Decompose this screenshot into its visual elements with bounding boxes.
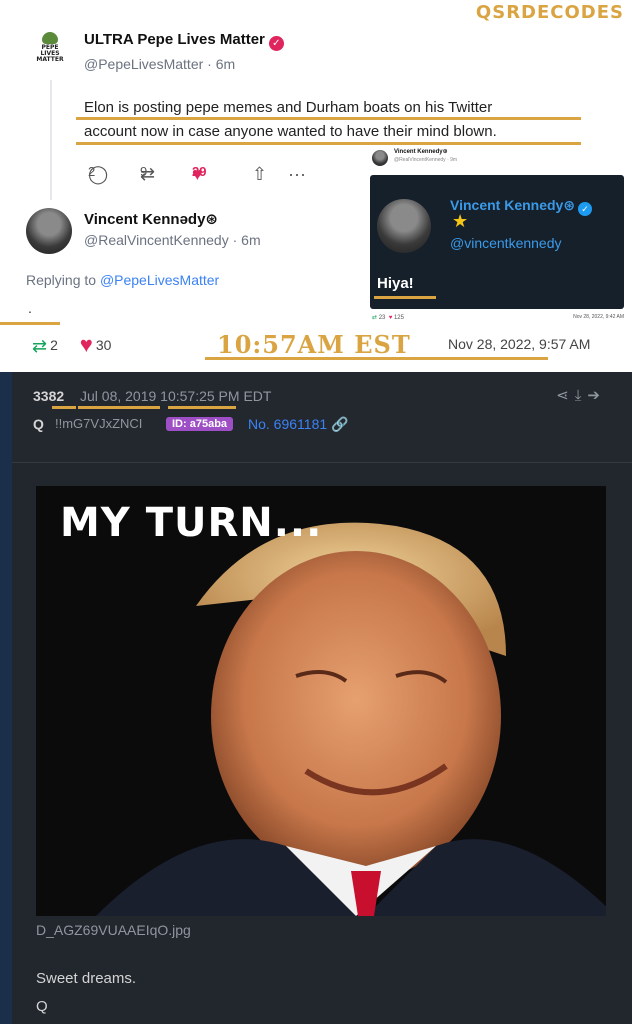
- watermark: QSRDECODES: [475, 2, 624, 23]
- goto-icon[interactable]: ➔: [587, 387, 606, 404]
- tweet-author-name[interactable]: Vincent Kennədy⊛: [84, 210, 218, 228]
- trump-smiling-image: [36, 486, 606, 916]
- like-button[interactable]: ♥ 30: [80, 332, 112, 357]
- post-author: Q: [33, 416, 44, 432]
- avatar[interactable]: [377, 199, 431, 253]
- post-signature: Q: [36, 998, 48, 1015]
- avatar[interactable]: [372, 150, 388, 166]
- embed-stats: ⇄ 23 ♥ 125: [372, 315, 404, 321]
- twitter-screenshot: QSRDECODES PEPE LIVES MATTER ULTRA Pepe …: [0, 0, 632, 372]
- verified-badge-icon: ✓: [268, 36, 284, 51]
- logo-text: PEPE LIVES MATTER: [36, 44, 64, 63]
- post-number-link[interactable]: No. 6961181 🔗: [248, 416, 348, 433]
- embed-timestamp: Nov 28, 2022, 9:42 AM: [573, 314, 624, 320]
- star-icon: ★: [452, 211, 469, 231]
- retweet-button[interactable]: ⇄ 2: [32, 336, 58, 356]
- download-icon[interactable]: ⤓: [575, 387, 588, 404]
- embed-author-handle: @RealVincentKennedy · 9m: [394, 157, 458, 163]
- retweet-icon: ⇄: [32, 336, 48, 356]
- tweet-body: .: [28, 300, 32, 316]
- highlight-underline: [205, 357, 548, 360]
- pepe-frog-icon: [42, 32, 58, 44]
- post-image[interactable]: MY TURN...: [36, 486, 606, 916]
- post-text: Sweet dreams.: [36, 970, 137, 987]
- pepe-logo-avatar[interactable]: PEPE LIVES MATTER: [36, 32, 64, 72]
- divider: [12, 462, 632, 463]
- heart-icon: ♥: [388, 315, 393, 321]
- post-number: 3382: [33, 388, 65, 404]
- link-icon: 🔗: [331, 416, 349, 432]
- card-author-name[interactable]: Vincent Kennedy⊛ ✓: [450, 197, 593, 216]
- tweet-author-name[interactable]: ULTRA Pepe Lives Matter ✓: [84, 31, 284, 51]
- image-caption: MY TURN...: [60, 500, 323, 546]
- highlight-underline: [168, 406, 236, 409]
- dark-tweet-card: Vincent Kennedy⊛ ✓ ★ @vincentkennedy Hiya…: [370, 175, 624, 309]
- id-badge[interactable]: ID: a75aba: [166, 417, 234, 431]
- time-annotation: 10:57AM EST: [217, 330, 411, 359]
- tweet-actions: ⇄ 2 ♥ 30: [32, 332, 111, 358]
- replying-to: Replying to @PepeLivesMatter: [26, 272, 220, 288]
- thread-connector: [50, 80, 52, 200]
- replying-to-link[interactable]: @PepeLivesMatter: [100, 272, 219, 288]
- share-icon: ⇧: [252, 164, 268, 184]
- highlight-underline: [76, 117, 581, 120]
- post-tools: ⋖⤓➔: [556, 386, 606, 404]
- card-author-handle[interactable]: @vincentkennedy: [450, 235, 562, 251]
- tweet-text: Elon is posting pepe memes and Durham bo…: [84, 96, 574, 144]
- tripcode: !!mG7VJxZNCI: [55, 416, 143, 431]
- highlight-underline: [0, 322, 60, 325]
- more-icon: ···: [288, 164, 306, 184]
- heart-icon: ♥: [79, 332, 93, 357]
- avatar[interactable]: [26, 208, 72, 254]
- tweet-author-handle[interactable]: @RealVincentKennedy · 6m: [84, 232, 261, 248]
- image-filename[interactable]: D_AGZ69VUAAEIqO.jpg: [36, 922, 191, 938]
- share-icon[interactable]: ⋖: [556, 387, 575, 404]
- highlight-underline: [374, 296, 436, 299]
- tweet-text-line: account now in case anyone wanted to hav…: [84, 123, 497, 140]
- q-post: 3382 Jul 08, 2019 10:57:25 PM EDT Q !!mG…: [0, 372, 632, 1024]
- tweet-author-handle[interactable]: @PepeLivesMatter · 6m: [84, 56, 235, 72]
- embed-author-name: Vincent Kennedy⊛: [394, 149, 448, 155]
- post-accent-bar: [0, 372, 12, 1024]
- tweet-timestamp[interactable]: Nov 28, 2022, 9:57 AM: [448, 336, 590, 352]
- verified-badge-icon: ✓: [578, 202, 593, 216]
- post-date: Jul 08, 2019 10:57:25 PM EDT: [80, 388, 272, 404]
- highlight-underline: [76, 142, 581, 145]
- highlight-underline: [52, 406, 76, 409]
- highlight-underline: [78, 406, 160, 409]
- card-tweet-text: Hiya!: [377, 275, 414, 292]
- retweet-icon: ⇄: [372, 315, 378, 321]
